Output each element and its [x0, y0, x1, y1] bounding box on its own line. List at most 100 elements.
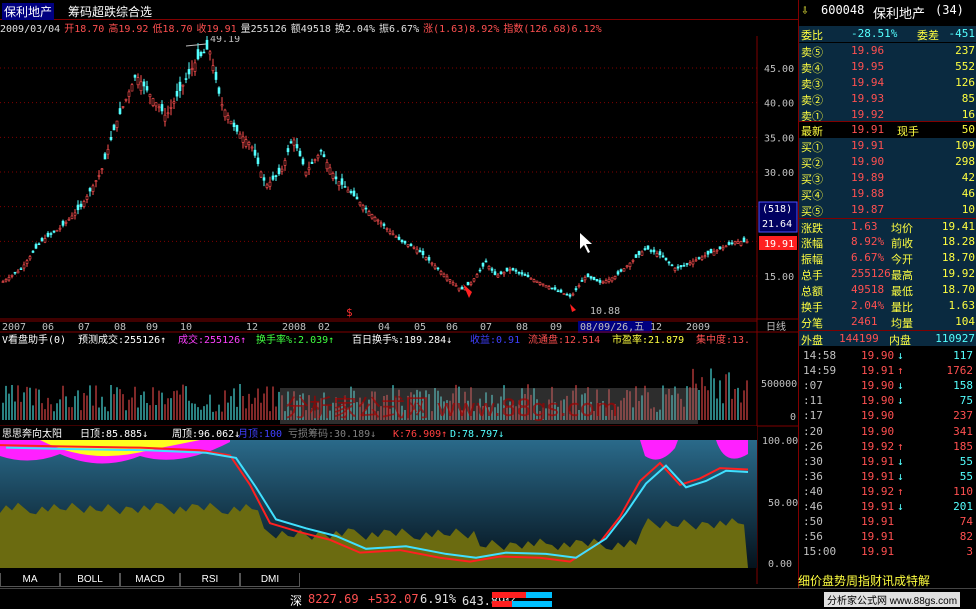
- candle-body: [745, 241, 749, 244]
- volume-stat: 预测成交:255126↑: [78, 333, 166, 346]
- tab-rsi[interactable]: RSI: [180, 573, 240, 587]
- cell: 14:59: [803, 364, 837, 378]
- market-label: 深: [290, 594, 303, 608]
- volume-stat: 成交:255126↑: [178, 333, 246, 346]
- candle-body: [316, 155, 320, 159]
- candlesticks[interactable]: [1, 36, 749, 299]
- candle-body: [694, 259, 698, 262]
- cell: 19.91: [851, 139, 885, 152]
- cell: 换手: [801, 301, 823, 314]
- cell: :40: [803, 484, 823, 498]
- cell: 19.89: [851, 171, 885, 184]
- candle-body: [496, 274, 500, 278]
- tick-row: :50 19.91 74: [799, 514, 976, 531]
- candle-body: [346, 189, 350, 193]
- quote-icon[interactable]: ⇩: [801, 3, 809, 18]
- candle-body: [199, 51, 203, 57]
- tab-boll[interactable]: BOLL: [60, 573, 120, 587]
- candle-body: [691, 260, 695, 265]
- cell: 19.91: [861, 545, 895, 559]
- candle-body: [175, 91, 179, 97]
- cell: 42: [961, 171, 975, 184]
- candle-body: [706, 250, 710, 255]
- cell: 19.92: [861, 484, 895, 498]
- candle-body: [352, 190, 356, 197]
- volume-stat: 集中度:13.: [696, 333, 750, 346]
- candle-body: [547, 286, 551, 290]
- candle-body: [667, 261, 671, 264]
- tick-row: :40 19.92 ↑ 110: [799, 483, 976, 500]
- candle-body: [181, 84, 185, 87]
- candle-body: [739, 241, 743, 246]
- last-row: 最新 19.91 现手 50: [799, 121, 976, 138]
- candle-body: [226, 115, 230, 120]
- candle-body: [115, 120, 119, 128]
- candle-body: [580, 280, 584, 282]
- cell: 55: [959, 469, 973, 483]
- side-count: (34): [935, 3, 964, 17]
- cell: :11: [803, 394, 823, 408]
- candle-body: [427, 257, 431, 261]
- tick-row: :46 19.91 ↓ 201: [799, 499, 976, 515]
- candle-body: [19, 268, 23, 270]
- price-grid: [0, 67, 757, 277]
- candle-body: [664, 257, 668, 261]
- volume-stat: V看盘助手(0): [2, 333, 66, 346]
- candle-body: [250, 146, 254, 149]
- candle-body: [676, 266, 680, 269]
- x-tick: 10: [180, 322, 192, 333]
- cell: 19.87: [851, 203, 885, 216]
- cell: 14:58: [803, 349, 837, 362]
- indicator-tabs: MA BOLL MACD RSI DMI: [0, 573, 320, 587]
- detail-tabs[interactable]: 细价盘势周指财讯成特解: [798, 572, 976, 588]
- candle-body: [601, 281, 605, 284]
- candle-body: [43, 238, 47, 243]
- candle-body: [418, 250, 422, 253]
- tab-macd[interactable]: MACD: [120, 573, 180, 587]
- candle-body: [292, 139, 296, 146]
- tick-row: 14:58 19.90 ↓ 117: [799, 348, 976, 364]
- cell: 19.92: [861, 439, 895, 453]
- x-tick: 02: [318, 322, 330, 333]
- candle-body: [742, 237, 746, 243]
- candle-body: [634, 254, 638, 258]
- candle-body: [289, 141, 293, 144]
- candle-body: [445, 276, 449, 281]
- cell: 总手: [801, 269, 823, 282]
- candle-body: [541, 283, 545, 286]
- cell: 量比: [891, 301, 913, 314]
- osc-y-100: 100.00: [762, 436, 798, 447]
- cell: 19.92: [851, 108, 885, 121]
- indicator-name[interactable]: 筹码超跌综合选: [68, 3, 152, 20]
- candle-body: [529, 278, 533, 280]
- info-change: 涨(1.63)8.92%: [423, 24, 500, 35]
- cell: 19.91: [861, 454, 895, 468]
- candle-body: [730, 242, 734, 245]
- stock-name[interactable]: 保利地产: [2, 3, 55, 20]
- cell: 46: [961, 187, 975, 200]
- chart-area[interactable]: 45.0040.0035.0030.0025.0020.0015.00 49.1…: [0, 36, 798, 584]
- candle-body: [565, 293, 569, 296]
- candle-body: [169, 106, 173, 109]
- candle-body: [277, 167, 281, 175]
- high-label: 49.19: [210, 36, 240, 45]
- candle-body: [271, 175, 275, 180]
- cell: 内盘: [889, 334, 911, 347]
- candle-body: [265, 184, 269, 188]
- cell: 委比: [801, 29, 823, 42]
- candle-body: [142, 81, 146, 87]
- candle-body: [592, 276, 596, 280]
- candle-body: [187, 69, 191, 75]
- cell: 买③: [801, 173, 823, 186]
- candle-body: [673, 267, 677, 271]
- price-y-tick: 15.00: [764, 272, 794, 283]
- tab-ma[interactable]: MA: [0, 573, 60, 587]
- volume-header: V看盘助手(0) 预测成交:255126↑ 成交:255126↑ 换手率%:2.039…: [2, 333, 750, 346]
- cell: 85: [961, 92, 975, 105]
- x-tick: 12: [650, 322, 662, 333]
- candle-body: [223, 109, 227, 118]
- candle-body: [103, 153, 107, 160]
- cell: 82: [959, 530, 973, 544]
- tab-dmi[interactable]: DMI: [240, 573, 300, 587]
- candle-body: [709, 248, 713, 254]
